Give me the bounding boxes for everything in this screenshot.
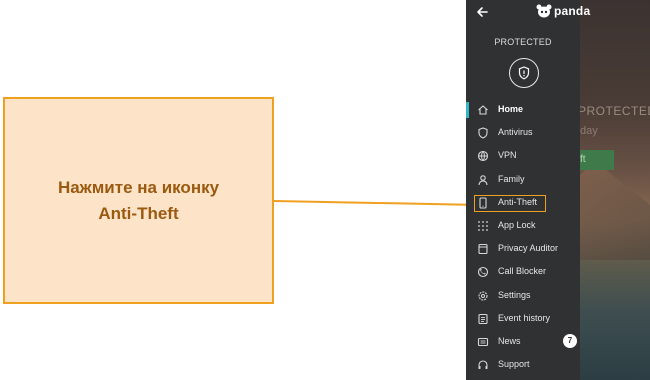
menu-label: News (498, 335, 521, 346)
active-indicator (466, 102, 469, 118)
menu-item-support[interactable]: Support (466, 354, 580, 377)
menu-label: Event history (498, 312, 551, 323)
back-arrow-icon[interactable] (475, 5, 489, 19)
menu-item-home[interactable]: Home (466, 99, 580, 122)
drawer-header: panda (466, 0, 590, 26)
menu-label: Privacy Auditor (498, 243, 559, 254)
menu-item-antivirus[interactable]: Antivirus (466, 122, 580, 145)
list-icon (478, 313, 488, 324)
brand: panda (536, 4, 590, 18)
document-icon (478, 244, 488, 255)
menu-item-event-history[interactable]: Event history (466, 308, 580, 331)
menu-item-call-blocker[interactable]: Call Blocker (466, 261, 580, 284)
home-icon (478, 105, 488, 115)
menu-item-family[interactable]: Family (466, 169, 580, 192)
menu-label: App Lock (498, 219, 536, 230)
protection-status: PROTECTED (494, 37, 552, 47)
menu-item-privacy-auditor[interactable]: Privacy Auditor (466, 238, 580, 261)
callout-connector-line (273, 200, 474, 206)
instruction-line-2: Anti-Theft (98, 203, 179, 223)
menu-item-app-lock[interactable]: App Lock (466, 215, 580, 238)
menu-label: Antivirus (498, 127, 533, 138)
shield-icon (478, 127, 488, 139)
news-icon (477, 337, 489, 346)
menu-item-vpn[interactable]: VPN (466, 145, 580, 168)
background-sub-text: day (580, 125, 598, 137)
menu-item-news[interactable]: News 7 (466, 331, 580, 354)
blocked-call-icon (477, 267, 489, 278)
shield-exclamation-icon (518, 66, 530, 80)
panda-logo-icon (536, 4, 552, 18)
protection-shield-button[interactable] (509, 58, 539, 88)
instruction-callout: Нажмите на иконку Anti-Theft (3, 97, 274, 304)
person-icon (478, 174, 488, 185)
menu-label: Home (498, 104, 524, 114)
drawer-menu: Home Antivirus VPN Family Anti-Theft App… (466, 99, 580, 377)
anti-theft-highlight-box (474, 195, 546, 212)
instruction-text: Нажмите на иконку Anti-Theft (29, 175, 249, 227)
menu-label: Family (498, 173, 525, 184)
menu-label: Settings (498, 289, 531, 300)
navigation-drawer: panda PROTECTED Home Antivirus VPN Famil… (466, 0, 590, 380)
menu-label: Support (498, 359, 530, 370)
grid-lock-icon (478, 221, 488, 231)
menu-label: VPN (498, 150, 517, 161)
background-button: ft (578, 150, 614, 170)
instruction-line-1: Нажмите на иконку (57, 177, 220, 197)
background-status-text: PROTECTED (578, 104, 650, 118)
news-count-badge: 7 (563, 333, 577, 348)
gear-icon (478, 290, 488, 301)
brand-name: panda (554, 4, 591, 18)
menu-item-settings[interactable]: Settings (466, 285, 580, 308)
headset-icon (478, 360, 488, 370)
globe-icon (477, 151, 489, 162)
menu-label: Call Blocker (498, 266, 547, 277)
